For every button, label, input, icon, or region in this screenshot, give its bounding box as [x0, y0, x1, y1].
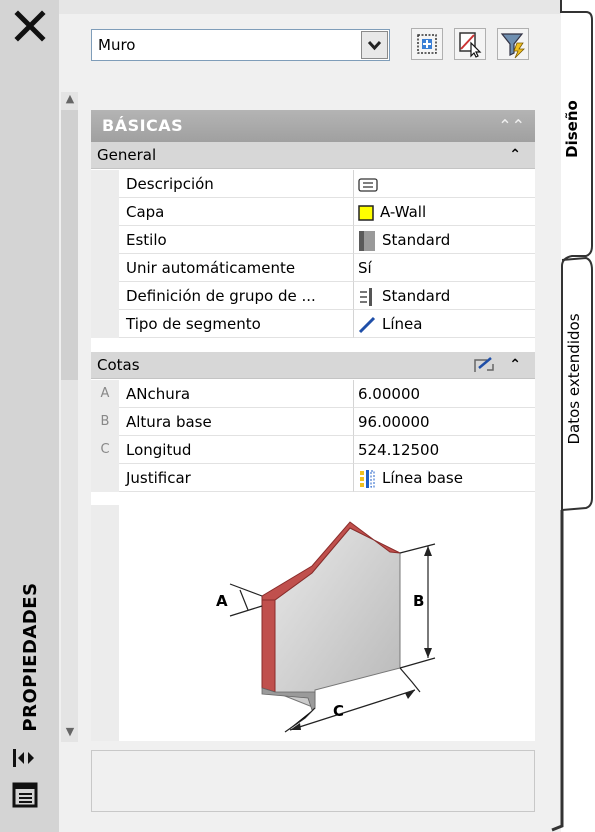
property-value-text: Sí	[358, 259, 372, 277]
category-general-label: General	[97, 146, 157, 164]
property-row-definicion-grupo[interactable]: Definición de grupo de ... Standard	[91, 282, 535, 310]
scroll-down-arrow-icon[interactable]: ▼	[63, 725, 77, 739]
quick-select-icon	[500, 33, 525, 59]
dimension-label-a: A	[216, 592, 228, 610]
auto-hide-icon[interactable]	[12, 747, 38, 769]
property-value-text: Línea base	[382, 469, 463, 487]
group-definition-icon	[360, 287, 372, 306]
property-row-tipo-segmento[interactable]: Tipo de segmento Línea	[91, 310, 535, 338]
quick-select-button[interactable]	[497, 28, 529, 60]
property-value[interactable]: 6.00000	[354, 380, 535, 408]
row-gutter	[91, 505, 119, 741]
category-general-header[interactable]: General ⌃	[91, 142, 535, 169]
close-icon[interactable]	[12, 8, 48, 44]
dropdown-arrow-button[interactable]	[361, 31, 388, 59]
double-chevron-up-icon[interactable]: ⌃⌃	[498, 110, 525, 142]
row-gutter	[91, 310, 119, 338]
row-gutter	[91, 226, 119, 254]
property-value-text: Standard	[382, 287, 451, 305]
scroll-up-arrow-icon[interactable]: ▲	[63, 92, 77, 106]
property-name: Estilo	[119, 226, 354, 254]
select-objects-button[interactable]	[454, 28, 486, 60]
property-name: Definición de grupo de ...	[119, 282, 354, 310]
property-name: Tipo de segmento	[119, 310, 354, 338]
group-basicas-label: BÁSICAS	[102, 116, 184, 135]
dimension-key-a: A	[91, 380, 119, 408]
property-row-altura-base[interactable]: B Altura base 96.00000	[91, 408, 535, 436]
property-name: Unir automáticamente	[119, 254, 354, 282]
wall-diagram-illustration: A B C	[216, 521, 436, 733]
chevron-up-icon[interactable]: ⌃	[509, 352, 521, 378]
description-icon	[358, 177, 378, 192]
tab-datos-extendidos-label: Datos extendidos	[565, 313, 583, 445]
panel-top-strip	[59, 0, 561, 14]
property-name: Longitud	[119, 436, 354, 464]
select-objects-icon	[459, 32, 482, 58]
chevron-down-icon	[367, 40, 382, 51]
palette-title: PROPIEDADES	[20, 582, 41, 732]
description-box	[91, 750, 535, 812]
toggle-pickadd-button[interactable]	[411, 28, 443, 60]
property-value[interactable]: Sí	[354, 254, 535, 282]
properties-menu-icon[interactable]	[12, 782, 38, 808]
layer-color-icon	[358, 204, 374, 221]
property-name: Descripción	[119, 170, 354, 198]
tab-diseno[interactable]: Diseño	[548, 12, 595, 266]
row-gutter	[91, 282, 119, 310]
property-value[interactable]	[354, 170, 535, 198]
property-row-estilo[interactable]: Estilo Standard	[91, 226, 535, 254]
style-swatch-icon	[359, 230, 375, 251]
justify-icon	[360, 469, 375, 488]
property-name: ANchura	[119, 380, 354, 408]
chevron-up-icon[interactable]: ⌃	[509, 142, 521, 168]
dimension-label-c: C	[333, 702, 344, 720]
property-name: Justificar	[119, 464, 354, 492]
property-name: Altura base	[119, 408, 354, 436]
category-cotas-label: Cotas	[97, 356, 140, 374]
property-value[interactable]: A-Wall	[354, 198, 535, 226]
category-cotas-header[interactable]: Cotas ⌃	[91, 352, 535, 379]
property-row-descripcion[interactable]: Descripción	[91, 170, 535, 198]
property-row-capa[interactable]: Capa A-Wall	[91, 198, 535, 226]
property-value[interactable]: Standard	[354, 282, 535, 310]
property-value[interactable]: 96.00000	[354, 408, 535, 436]
edit-dimensions-icon[interactable]	[473, 356, 495, 374]
property-row-justificar[interactable]: Justificar Línea base	[91, 464, 535, 492]
property-row-longitud[interactable]: C Longitud 524.12500	[91, 436, 535, 464]
tab-diseno-label: Diseño	[563, 100, 581, 158]
property-row-unir-automaticamente[interactable]: Unir automáticamente Sí	[91, 254, 535, 282]
property-name: Capa	[119, 198, 354, 226]
property-value[interactable]: Línea base	[354, 464, 535, 492]
row-gutter	[91, 464, 119, 492]
object-type-dropdown[interactable]: Muro	[91, 29, 390, 61]
property-row-anchura[interactable]: A ANchura 6.00000	[91, 380, 535, 408]
property-value-text: Standard	[382, 231, 451, 249]
dimension-key-b: B	[91, 408, 119, 436]
property-value[interactable]: Línea	[354, 310, 535, 338]
dimension-key-c: C	[91, 436, 119, 464]
dimension-label-b: B	[413, 592, 424, 610]
row-gutter	[91, 170, 119, 198]
property-value[interactable]: 524.12500	[354, 436, 535, 464]
property-value-text: A-Wall	[380, 203, 427, 221]
tab-datos-extendidos[interactable]: Datos extendidos	[548, 256, 595, 508]
row-gutter	[91, 254, 119, 282]
property-value[interactable]: Standard	[354, 226, 535, 254]
property-value-text: Línea	[382, 315, 423, 333]
toggle-pickadd-icon	[417, 34, 437, 54]
line-segment-icon	[358, 316, 376, 333]
object-type-value: Muro	[98, 36, 136, 54]
scrollbar-thumb[interactable]	[61, 110, 78, 380]
group-basicas-header[interactable]: BÁSICAS ⌃⌃	[91, 110, 535, 142]
row-gutter	[91, 198, 119, 226]
